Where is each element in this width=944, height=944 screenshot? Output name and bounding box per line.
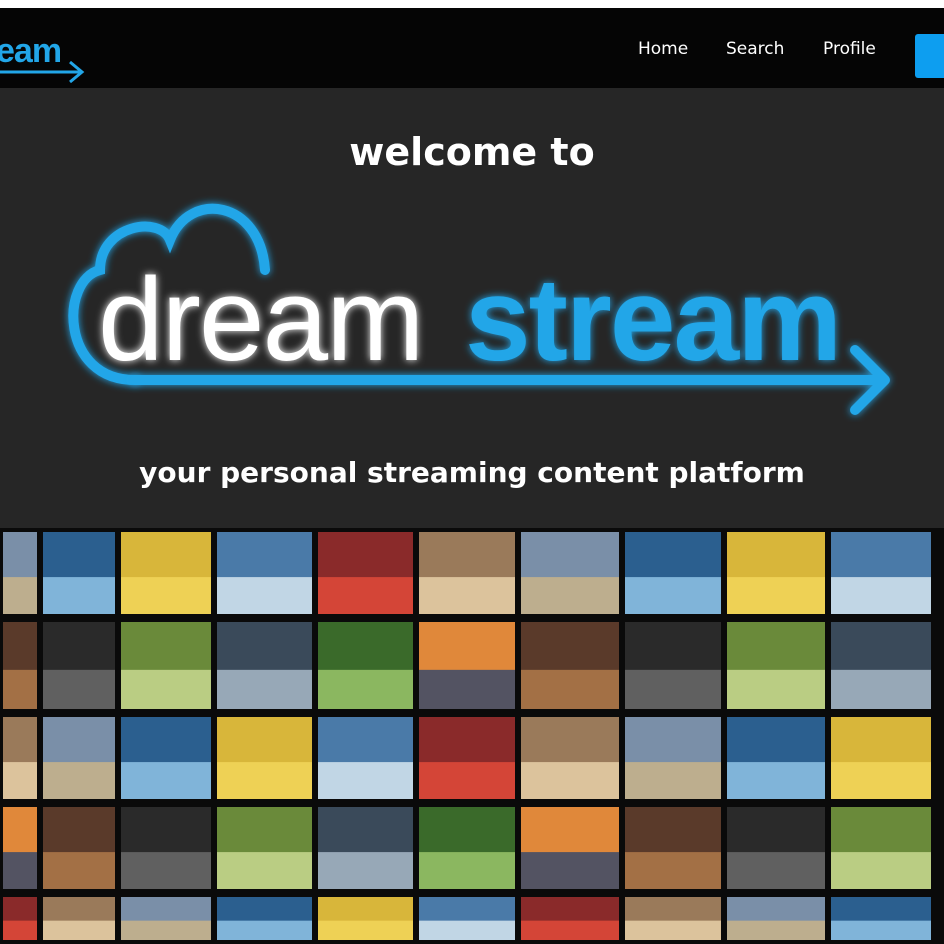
photo-tile [521,807,619,889]
hero-tagline: your personal streaming content platform [139,456,805,489]
photo-tile [217,622,312,709]
photo-tile [419,897,515,940]
hero-welcome-text: welcome to [349,130,595,174]
photo-tile [318,532,413,614]
nav-link-profile[interactable]: Profile [823,38,876,60]
photo-tile [318,897,413,940]
nav-link-home[interactable]: Home [638,38,688,60]
photo-tile [625,717,721,799]
nav-action-button[interactable] [915,34,944,78]
photo-wall-image [0,528,944,944]
photo-tile [3,897,37,940]
photo-tile [727,807,825,889]
photo-tile [419,532,515,614]
photo-tile [121,717,211,799]
photo-tile [43,807,115,889]
photo-tile [419,717,515,799]
photo-tile [727,532,825,614]
photo-tile [625,622,721,709]
photo-tile [521,717,619,799]
photo-tile [727,622,825,709]
photo-tile [121,622,211,709]
photo-wall-tiles [3,532,931,940]
photo-tile [121,897,211,940]
photo-tile [3,807,37,889]
photo-tile [121,807,211,889]
photo-tile [831,622,931,709]
photo-tile [3,532,37,614]
photo-tile [625,532,721,614]
photo-tile [217,807,312,889]
photo-tile [831,717,931,799]
dreamstream-logo: dream stream [68,203,890,415]
photo-tile [3,717,37,799]
nav-logo-arrow-icon [0,60,85,84]
photo-tile [217,532,312,614]
photo-tile [727,897,825,940]
photo-tile [43,622,115,709]
photo-tile [625,897,721,940]
photo-tile [43,897,115,940]
photo-tile [3,622,37,709]
photo-tile [121,532,211,614]
photo-tile [43,717,115,799]
photo-tile [727,717,825,799]
photo-tile [419,622,515,709]
photo-tile [318,807,413,889]
navbar: eam Home Search Profile [0,8,944,88]
photo-tile [217,897,312,940]
logo-text-dream: dream [98,254,422,386]
logo-text-stream: stream [465,254,840,386]
photo-tile [831,532,931,614]
photo-tile [217,717,312,799]
photo-tile [521,622,619,709]
photo-tile [625,807,721,889]
photo-tile [43,532,115,614]
photo-tile [521,532,619,614]
top-strip [0,0,944,8]
nav-link-search[interactable]: Search [726,38,784,60]
photo-tile [831,807,931,889]
photo-tile [318,622,413,709]
photo-tile [419,807,515,889]
photo-tile [521,897,619,940]
photo-tile [831,897,931,940]
photo-tile [318,717,413,799]
